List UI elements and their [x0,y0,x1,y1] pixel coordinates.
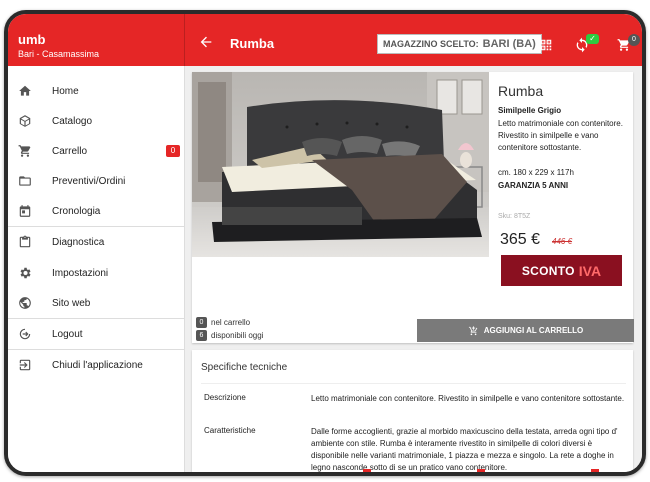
calendar-icon [19,205,31,217]
sidebar-item-logout[interactable]: Logout [8,319,185,349]
specs-divider [201,383,626,384]
exit-icon [19,359,31,371]
product-card: Rumba Similpelle Grigio Letto matrimonia… [192,72,634,343]
sidebar-item-label: Cronologia [52,205,101,217]
store-location: Bari - Casamassima [18,49,100,59]
product-price: 365 € [500,231,541,248]
sidebar-item-impostazioni[interactable]: Impostazioni [8,258,185,288]
specs-card: Specifiche tecniche Descrizione Letto ma… [192,350,633,472]
sidebar-item-chiudi[interactable]: Chiudi l'applicazione [8,350,185,380]
warehouse-label: MAGAZZINO SCELTO: [383,39,479,49]
box-icon [19,115,31,127]
drawer-header: umb Bari - Casamassima [8,14,185,66]
cart-count-badge: 0 [628,34,640,46]
spec-label-descrizione: Descrizione [204,393,246,402]
spec-value-caratteristiche: Dalle forme accoglienti, grazie al morbi… [311,427,618,472]
sidebar-item-label: Sito web [52,297,91,309]
product-variant: Similpelle Grigio [498,106,562,115]
gear-icon [20,267,31,279]
in-cart-count: 0 [196,317,207,328]
sidebar-item-label: Home [52,85,79,97]
navigation-drawer: Home Catalogo Carrello 0 Preventivi/Ordi… [8,66,185,472]
logout-icon [19,328,31,340]
promo-label-highlight: IVA [578,262,602,279]
sidebar-item-label: Logout [52,328,83,340]
spec-value-descrizione: Letto matrimoniale con contenitore. Rive… [311,394,625,403]
sidebar-item-label: Diagnostica [52,236,105,248]
tablet-frame: umb Bari - Casamassima Rumba MAGAZZINO S… [4,10,646,476]
sidebar-item-label: Preventivi/Ordini [52,175,126,187]
home-icon [19,85,31,96]
product-old-price: 446 € [552,237,573,246]
warehouse-value: BARI (BA) [482,38,536,50]
sidebar-item-home[interactable]: Home [8,76,185,106]
app-name: umb [18,32,46,47]
add-to-cart-button[interactable]: AGGIUNGI AL CARRELLO [417,319,634,342]
sidebar-item-catalogo[interactable]: Catalogo [8,106,185,136]
add-to-cart-label: AGGIUNGI AL CARRELLO [483,326,584,335]
sidebar-item-diagnostica[interactable]: Diagnostica [8,227,185,257]
back-arrow-icon[interactable] [198,34,214,50]
cart-plus-icon [468,325,478,335]
promo-label: SCONTO [521,263,575,278]
sidebar-item-label: Carrello [52,145,88,157]
clipboard-icon [19,235,31,248]
sync-ok-badge: ✓ [586,34,599,44]
sidebar-item-label: Impostazioni [52,267,109,279]
sidebar-item-sito-web[interactable]: Sito web [8,288,185,318]
product-warranty: GARANZIA 5 ANNI [498,181,569,190]
top-app-bar: umb Bari - Casamassima Rumba MAGAZZINO S… [8,14,642,66]
sidebar-item-cronologia[interactable]: Cronologia [8,196,185,226]
folder-icon [19,176,31,186]
sidebar-item-preventivi[interactable]: Preventivi/Ordini [8,166,185,196]
sidebar-item-carrello[interactable]: Carrello 0 [8,136,185,166]
app-screen: umb Bari - Casamassima Rumba MAGAZZINO S… [8,14,642,472]
available-label: disponibili oggi [211,331,264,340]
product-photo [192,72,489,257]
main-content: Rumba Similpelle Grigio Letto matrimonia… [185,66,642,472]
product-dimensions: cm. 180 x 229 x 117h [498,168,574,177]
spec-label-caratteristiche: Caratteristiche [204,426,256,435]
cart-icon [18,145,31,157]
in-cart-label: nel carrello [211,318,251,327]
scroll-markers [185,469,642,472]
sidebar-item-label: Chiudi l'applicazione [52,359,143,371]
page-title: Rumba [230,36,275,51]
qr-code-icon[interactable] [539,38,553,52]
specs-title: Specifiche tecniche [201,362,288,373]
warehouse-selector[interactable]: MAGAZZINO SCELTO: BARI (BA) [377,34,542,54]
available-count: 6 [196,330,207,341]
product-name: Rumba [498,83,544,99]
sidebar-item-label: Catalogo [52,115,93,127]
product-description: Letto matrimoniale con contenitore. Rive… [498,119,623,152]
globe-icon [19,297,31,309]
in-cart-info: 0 nel carrello [196,317,250,328]
cart-count-badge: 0 [166,145,180,157]
availability-info: 6 disponibili oggi [196,330,263,341]
product-sku: Sku: 8T5Z [498,213,531,220]
sconto-iva-badge: SCONTO IVA [501,255,622,286]
